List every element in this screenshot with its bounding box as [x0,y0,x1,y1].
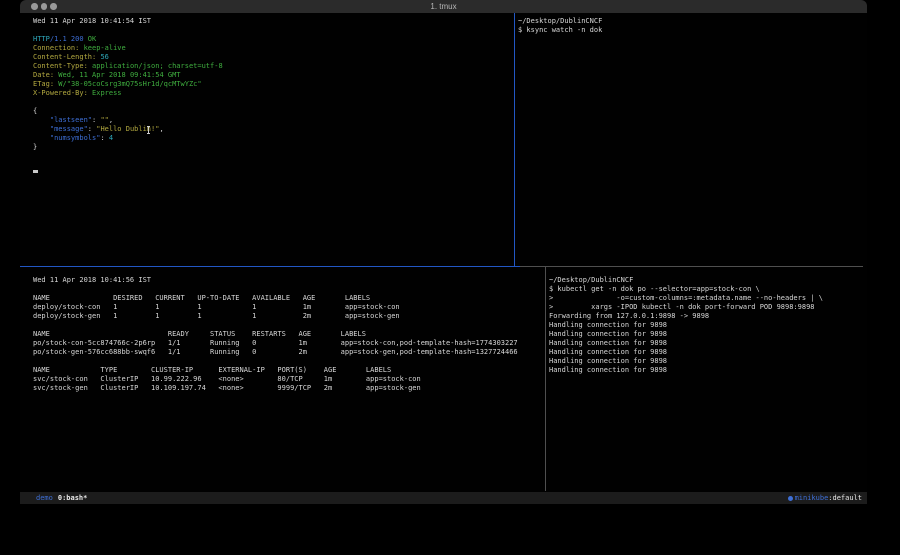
active-window-label: 0:bash* [58,492,88,504]
pane-ksync[interactable]: ~/Desktop/DublinCNCF$ ksync watch -n dok [518,17,602,35]
kube-context: minikube [795,492,829,504]
session-name: demo [36,492,53,504]
kubernetes-icon [788,496,793,501]
titlebar[interactable]: 1. tmux [20,0,867,13]
mouse-cursor [146,126,151,134]
pane-http-response[interactable]: Wed 11 Apr 2018 10:41:54 IST HTTP/1.1 20… [33,17,223,179]
pane-divider-vertical-top[interactable] [514,13,515,266]
terminal-window: 1. tmux Wed 11 Apr 2018 10:41:54 IST HTT… [20,0,867,504]
pane-kubectl-get[interactable]: Wed 11 Apr 2018 10:41:56 IST NAME DESIRE… [33,276,518,393]
pane-divider-horizontal-active[interactable] [20,266,520,267]
window-title: 1. tmux [20,2,867,11]
pane-port-forward[interactable]: ~/Desktop/DublinCNCF$ kubectl get -n dok… [549,276,823,375]
tmux-status-bar: demo 0:bash* minikube :default [20,492,867,504]
kube-namespace: :default [828,492,862,504]
pane-divider-horizontal[interactable] [520,266,863,267]
pane-divider-vertical-bottom[interactable] [545,267,546,491]
